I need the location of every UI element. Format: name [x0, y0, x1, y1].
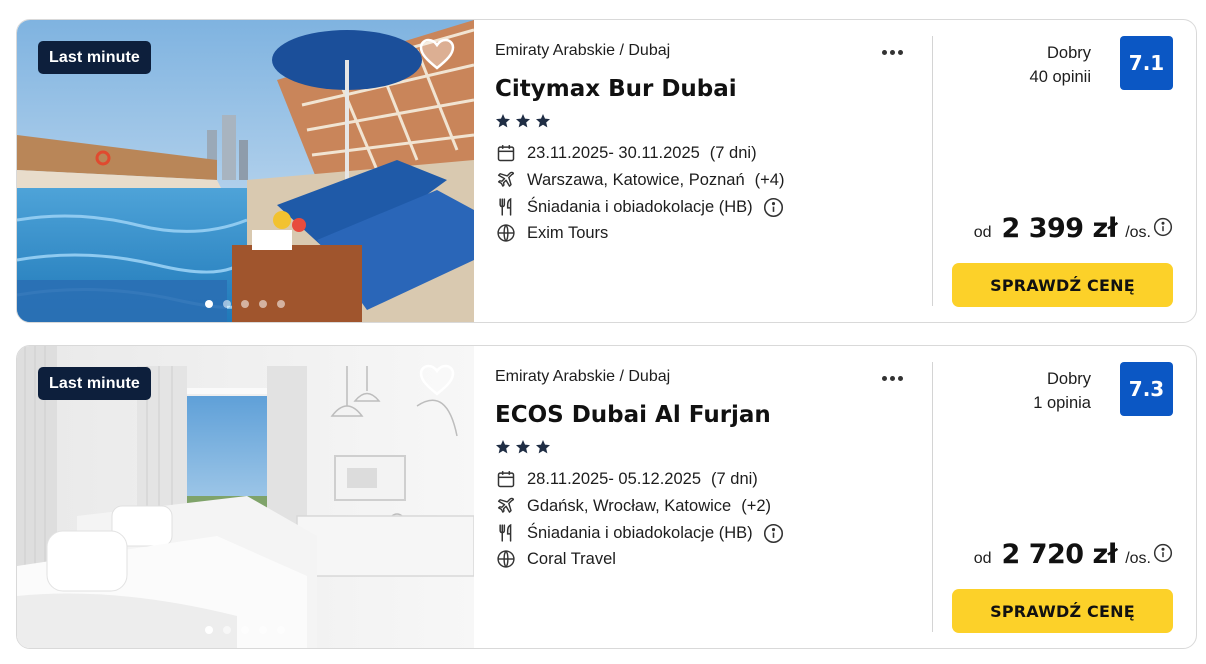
board-row: Śniadania i obiadokolacje (HB) [495, 522, 784, 544]
price-per-person: /os. [1125, 550, 1151, 567]
price-amount: 2 399 zł [1001, 213, 1118, 244]
destination-region[interactable]: Emiraty Arabskie / Dubaj [495, 368, 670, 386]
price-prefix: od [973, 550, 992, 567]
trip-duration: (7 dni) [711, 469, 758, 488]
more-dots-icon[interactable] [880, 368, 908, 384]
pagination-dot[interactable] [241, 300, 249, 308]
calendar-icon [495, 468, 517, 490]
rating-summary[interactable]: Dobry 40 opinii [1030, 41, 1091, 89]
photo-pagination-dots[interactable] [205, 293, 295, 308]
info-circle-icon[interactable] [1153, 543, 1173, 563]
star-icon [495, 439, 511, 459]
price-amount: 2 720 zł [1001, 539, 1118, 570]
tour-operator: Exim Tours [527, 223, 609, 242]
pagination-dot[interactable] [205, 300, 213, 308]
hotel-stars [495, 113, 555, 131]
previous-card-fragment [960, 0, 1160, 4]
trip-duration: (7 dni) [709, 143, 757, 162]
operator-row: Coral Travel [495, 548, 616, 570]
pagination-dot[interactable] [223, 300, 231, 308]
offer-details: Emiraty Arabskie / Dubaj Citymax Bur Dub… [495, 20, 935, 322]
board-type: Śniadania i obiadokolacje (HB) [527, 523, 753, 542]
travel-dates: 23.11.2025- 30.11.2025 [527, 143, 700, 162]
pagination-dot[interactable] [205, 626, 213, 634]
photo-pagination-dots[interactable] [205, 619, 295, 634]
pagination-dot[interactable] [259, 626, 267, 634]
rating-word: Dobry [1046, 44, 1091, 62]
column-divider [932, 36, 933, 306]
hotel-stars [495, 439, 555, 457]
price-line: od 2 399 zł /os. [974, 213, 1173, 247]
star-icon [535, 113, 551, 133]
last-minute-badge: Last minute [38, 367, 151, 400]
plane-icon [495, 495, 517, 517]
star-icon [535, 439, 551, 459]
offer-card[interactable]: Last minute Emiraty Arabskie / Dubaj ECO… [16, 345, 1197, 649]
cutlery-icon [495, 196, 517, 218]
board-row: Śniadania i obiadokolacje (HB) [495, 196, 784, 218]
review-count: 1 opinia [1033, 394, 1091, 412]
globe-icon [495, 222, 517, 244]
travel-dates: 28.11.2025- 05.12.2025 [527, 469, 702, 488]
dates-row: 28.11.2025- 05.12.2025 (7 dni) [495, 468, 758, 490]
pagination-dot[interactable] [259, 300, 267, 308]
rating-score[interactable]: 7.1 [1120, 36, 1173, 90]
pagination-dot[interactable] [277, 626, 285, 634]
hotel-photo-carousel[interactable]: Last minute [17, 346, 474, 648]
dates-row: 23.11.2025- 30.11.2025 (7 dni) [495, 142, 757, 164]
hotel-photo-carousel[interactable]: Last minute [17, 20, 474, 322]
offer-card[interactable]: Last minute Emiraty Arabskie / Dubaj Cit… [16, 19, 1197, 323]
review-count: 40 opinii [1029, 68, 1091, 86]
price-column: Dobry 40 opinii 7.1 od 2 399 zł /os. SPR… [947, 20, 1177, 322]
calendar-icon [495, 142, 517, 164]
hotel-name[interactable]: ECOS Dubai Al Furjan [495, 402, 771, 428]
rating-word: Dobry [1046, 370, 1091, 388]
price-line: od 2 720 zł /os. [974, 539, 1173, 573]
departure-cities: Warszawa, Katowice, Poznań [527, 170, 745, 189]
more-departures[interactable]: (+4) [755, 171, 785, 190]
departure-cities: Gdańsk, Wrocław, Katowice [527, 496, 732, 515]
star-icon [495, 113, 511, 133]
price-prefix: od [973, 224, 992, 241]
heart-outline-icon[interactable] [419, 364, 455, 396]
departures-row: Gdańsk, Wrocław, Katowice (+2) [495, 495, 771, 517]
star-icon [515, 439, 531, 459]
departures-row: Warszawa, Katowice, Poznań (+4) [495, 169, 784, 191]
board-type: Śniadania i obiadokolacje (HB) [527, 197, 753, 216]
last-minute-badge: Last minute [38, 41, 151, 74]
column-divider [932, 362, 933, 632]
pagination-dot[interactable] [223, 626, 231, 634]
offer-details: Emiraty Arabskie / Dubaj ECOS Dubai Al F… [495, 346, 935, 648]
price-per-person: /os. [1125, 224, 1151, 241]
pagination-dot[interactable] [241, 626, 249, 634]
check-price-button[interactable]: SPRAWDŹ CENĘ [952, 263, 1173, 307]
hotel-name[interactable]: Citymax Bur Dubai [495, 76, 737, 102]
check-price-button[interactable]: SPRAWDŹ CENĘ [952, 589, 1173, 633]
pagination-dot[interactable] [277, 300, 285, 308]
heart-outline-icon[interactable] [419, 38, 455, 70]
operator-row: Exim Tours [495, 222, 608, 244]
more-dots-icon[interactable] [880, 42, 908, 58]
info-circle-icon[interactable] [1153, 217, 1173, 237]
price-column: Dobry 1 opinia 7.3 od 2 720 zł /os. SPRA… [947, 346, 1177, 648]
tour-operator: Coral Travel [527, 549, 616, 568]
star-icon [515, 113, 531, 133]
destination-region[interactable]: Emiraty Arabskie / Dubaj [495, 42, 670, 60]
cutlery-icon [495, 522, 517, 544]
rating-summary[interactable]: Dobry 1 opinia [1033, 367, 1091, 415]
rating-score[interactable]: 7.3 [1120, 362, 1173, 416]
info-circle-icon[interactable] [763, 197, 784, 218]
globe-icon [495, 548, 517, 570]
info-circle-icon[interactable] [763, 523, 784, 544]
more-departures[interactable]: (+2) [741, 497, 771, 516]
plane-icon [495, 169, 517, 191]
